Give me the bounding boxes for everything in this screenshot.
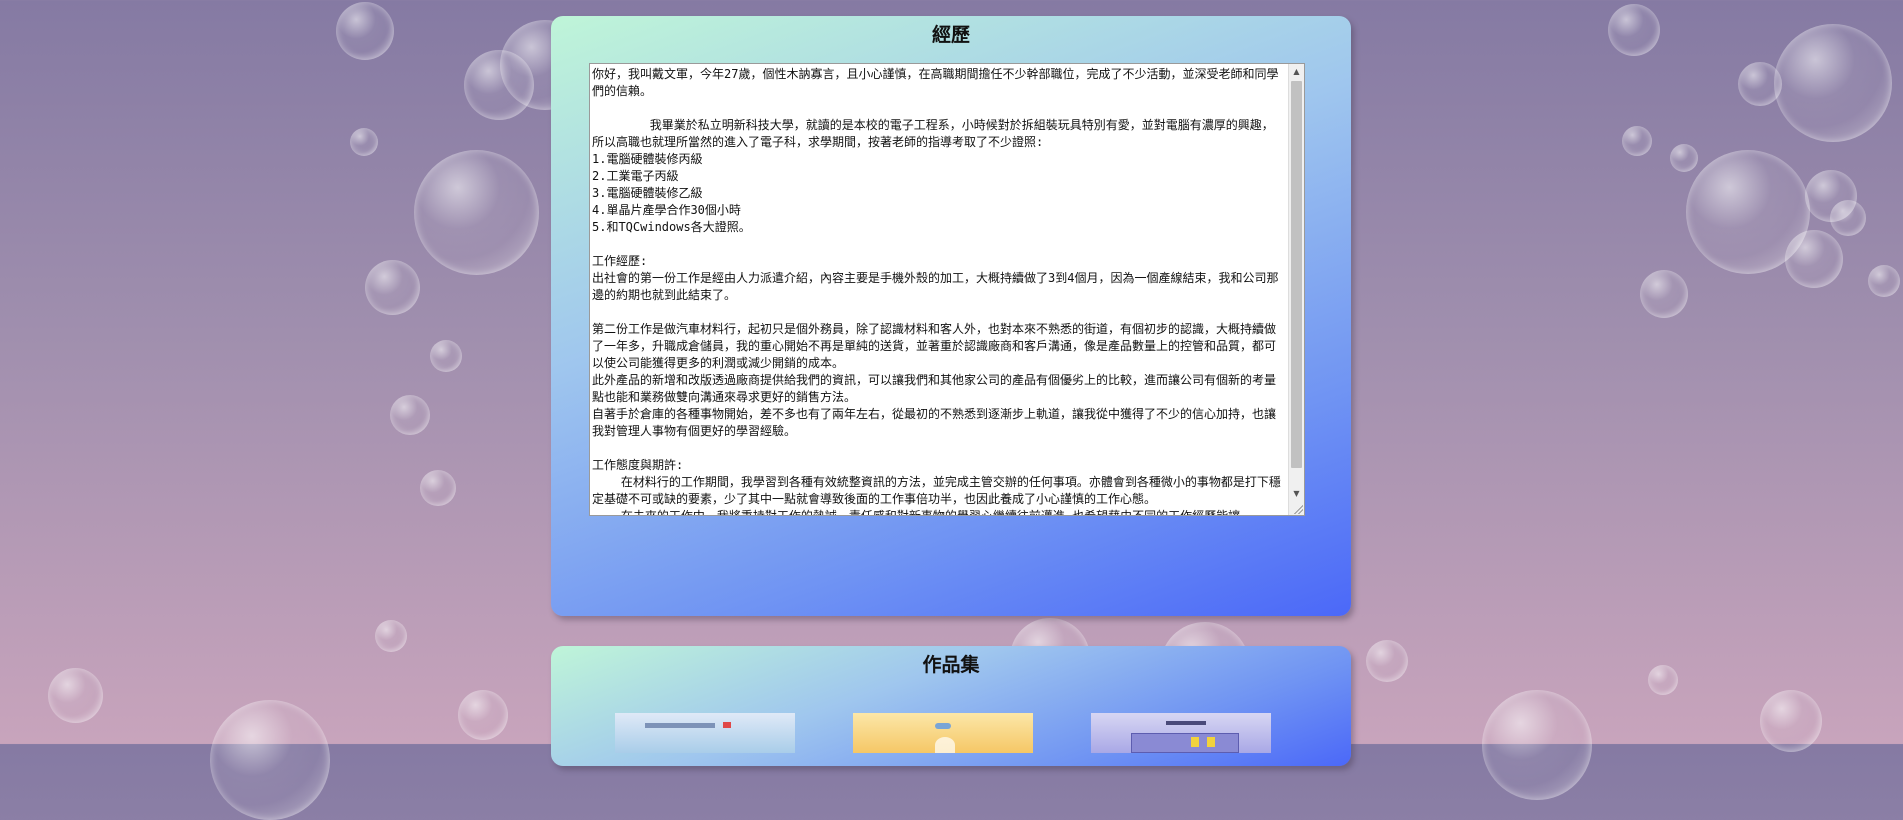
scroll-down-arrow-icon[interactable]: ▼ (1289, 486, 1304, 501)
resize-grip-icon[interactable] (1293, 504, 1303, 514)
bubble (210, 700, 330, 820)
bubble (1622, 126, 1652, 156)
vertical-scrollbar[interactable]: ▲ ▼ (1288, 64, 1304, 515)
thumbnail-graphic (1191, 737, 1199, 747)
bubble (365, 260, 420, 315)
thumbnail-graphic (723, 722, 731, 728)
works-panel: 作品集 (551, 646, 1351, 766)
bubble (390, 395, 430, 435)
experience-textarea[interactable]: 你好，我叫戴文軍，今年27歲，個性木訥寡言，且小心謹慎，在高職期間擔任不少幹部職… (589, 63, 1305, 516)
thumbnail-graphic (1166, 721, 1206, 725)
bubble (420, 470, 456, 506)
experience-title: 經歷 (931, 24, 970, 46)
bubble (350, 128, 378, 156)
experience-text[interactable]: 你好，我叫戴文軍，今年27歲，個性木訥寡言，且小心謹慎，在高職期間擔任不少幹部職… (592, 66, 1284, 515)
thumbnail-graphic (1131, 733, 1239, 753)
scroll-thumb[interactable] (1291, 81, 1302, 468)
experience-panel: 經歷 你好，我叫戴文軍，今年27歲，個性木訥寡言，且小心謹慎，在高職期間擔任不少… (551, 16, 1351, 616)
bubble (1608, 4, 1660, 56)
bubble (336, 2, 394, 60)
bubble (430, 340, 462, 372)
thumbnail-graphic (1207, 737, 1215, 747)
bubble (1670, 144, 1698, 172)
work-thumbnail[interactable] (1091, 713, 1271, 753)
bubble (1830, 200, 1866, 236)
bubble (1868, 265, 1900, 297)
bubble (1774, 24, 1892, 142)
thumbnail-graphic (645, 723, 715, 728)
bubble (458, 690, 508, 740)
bubble (1760, 690, 1822, 752)
bubble (1482, 690, 1592, 800)
work-thumbnail[interactable] (615, 713, 795, 753)
works-title: 作品集 (922, 654, 980, 676)
bubble (1366, 640, 1408, 682)
thumbnail-graphic (935, 723, 951, 729)
bubble (48, 668, 103, 723)
work-thumbnail[interactable] (853, 713, 1033, 753)
bubble (375, 620, 407, 652)
thumbnail-graphic (935, 737, 955, 753)
scroll-up-arrow-icon[interactable]: ▲ (1289, 64, 1304, 79)
bubble (1738, 62, 1782, 106)
bubble (1640, 270, 1688, 318)
bubble (414, 150, 539, 275)
bubble (1648, 665, 1678, 695)
bubble (1785, 230, 1843, 288)
